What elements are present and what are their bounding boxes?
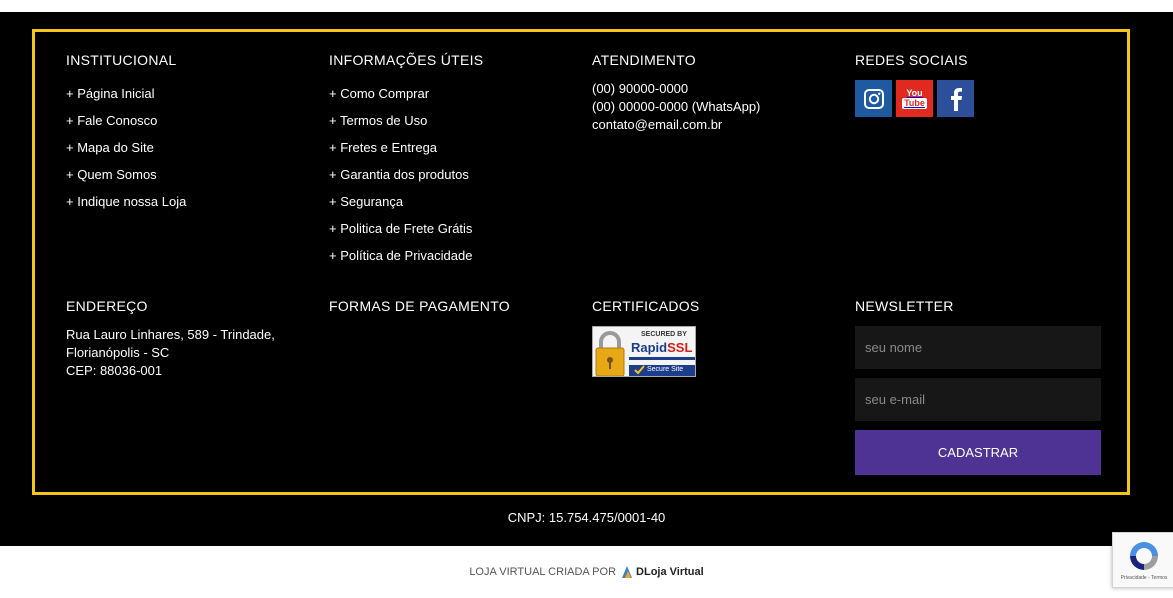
atendimento-title: ATENDIMENTO [592, 52, 696, 68]
newsletter-submit-button[interactable]: CADASTRAR [855, 430, 1101, 475]
institucional-column: INSTITUCIONAL + Página Inicial + Fale Co… [66, 52, 186, 215]
whatsapp-number: (00) 00000-0000 (WhatsApp) [592, 99, 761, 114]
top-strip [0, 0, 1173, 12]
link-termos-de-uso[interactable]: + Termos de Uso [329, 113, 427, 128]
link-pagina-inicial[interactable]: + Página Inicial [66, 86, 155, 101]
informacoes-list: + Como Comprar + Termos de Uso + Fretes … [329, 80, 483, 269]
contact-email: contato@email.com.br [592, 117, 723, 132]
redes-sociais-title: REDES SOCIAIS [855, 52, 968, 68]
phone-number: (00) 90000-0000 [592, 81, 689, 96]
endereco-title: ENDEREÇO [66, 298, 148, 314]
recaptcha-text: Privacidade - Termos [1120, 575, 1168, 581]
institucional-title: INSTITUCIONAL [66, 52, 177, 68]
cnpj-text: CNPJ: 15.754.475/0001-40 [507, 510, 666, 525]
dloja-link[interactable]: DLoja Virtual [620, 565, 704, 579]
newsletter-name-input[interactable] [855, 326, 1101, 369]
social-links: You Tube [855, 80, 974, 117]
newsletter-email-input[interactable] [855, 378, 1101, 421]
credit-brand: DLoja Virtual [636, 566, 704, 578]
informacoes-title: INFORMAÇÕES ÚTEIS [329, 52, 484, 68]
address-cep: CEP: 88036-001 [66, 363, 163, 378]
pagamento-column: FORMAS DE PAGAMENTO [329, 298, 510, 326]
instagram-icon[interactable] [855, 80, 892, 117]
certificados-title: CERTIFICADOS [592, 298, 700, 314]
seal-brand-rapid: Rapid [631, 340, 668, 355]
informacoes-column: INFORMAÇÕES ÚTEIS + Como Comprar + Termo… [329, 52, 483, 269]
link-politica-frete-gratis[interactable]: + Politica de Frete Grátis [329, 221, 472, 236]
seal-brand: RapidSSL [631, 340, 692, 355]
link-politica-privacidade[interactable]: + Política de Privacidade [329, 248, 472, 263]
pagamento-title: FORMAS DE PAGAMENTO [329, 298, 510, 314]
newsletter-column: NEWSLETTER CADASTRAR [855, 298, 1101, 475]
dloja-logo-icon [622, 566, 633, 578]
link-indique-nossa-loja[interactable]: + Indique nossa Loja [66, 194, 186, 209]
link-mapa-do-site[interactable]: + Mapa do Site [66, 140, 154, 155]
address-line-1: Rua Lauro Linhares, 589 - Trindade, [66, 327, 275, 342]
link-garantia-dos-produtos[interactable]: + Garantia dos produtos [329, 167, 469, 182]
redes-sociais-column: REDES SOCIAIS You Tube [855, 52, 974, 117]
institucional-list: + Página Inicial + Fale Conosco + Mapa d… [66, 80, 186, 215]
rapidssl-seal[interactable]: SECURED BY RapidSSL Secure Site [592, 326, 696, 377]
link-fretes-e-entrega[interactable]: + Fretes e Entrega [329, 140, 437, 155]
newsletter-title: NEWSLETTER [855, 298, 954, 314]
youtube-label-bottom: Tube [902, 98, 927, 109]
seal-brand-ssl: SSL [667, 340, 693, 355]
facebook-icon[interactable] [937, 80, 974, 117]
youtube-icon[interactable]: You Tube [896, 80, 933, 117]
atendimento-column: ATENDIMENTO (00) 90000-0000 (00) 00000-0… [592, 52, 760, 134]
link-como-comprar[interactable]: + Como Comprar [329, 86, 429, 101]
recaptcha-icon [1130, 542, 1158, 570]
link-quem-somos[interactable]: + Quem Somos [66, 167, 157, 182]
address-line-2: Florianópolis - SC [66, 345, 170, 360]
endereco-column: ENDEREÇO Rua Lauro Linhares, 589 - Trind… [66, 298, 275, 380]
newsletter-form: CADASTRAR [855, 326, 1101, 475]
credit-bar: LOJA VIRTUAL CRIADA POR DLoja Virtual [0, 546, 1173, 598]
recaptcha-badge[interactable]: Privacidade - Termos [1112, 532, 1173, 588]
credit-text: LOJA VIRTUAL CRIADA POR [469, 566, 617, 578]
seal-top-text: SECURED BY [641, 331, 687, 338]
seal-bottom-text: Secure Site [647, 366, 684, 373]
credit: LOJA VIRTUAL CRIADA POR DLoja Virtual [469, 565, 704, 579]
link-fale-conosco[interactable]: + Fale Conosco [66, 113, 157, 128]
youtube-label-top: You [906, 88, 923, 98]
certificados-column: CERTIFICADOS SECURED BY RapidSSL Secure … [592, 298, 700, 377]
link-seguranca[interactable]: + Segurança [329, 194, 403, 209]
